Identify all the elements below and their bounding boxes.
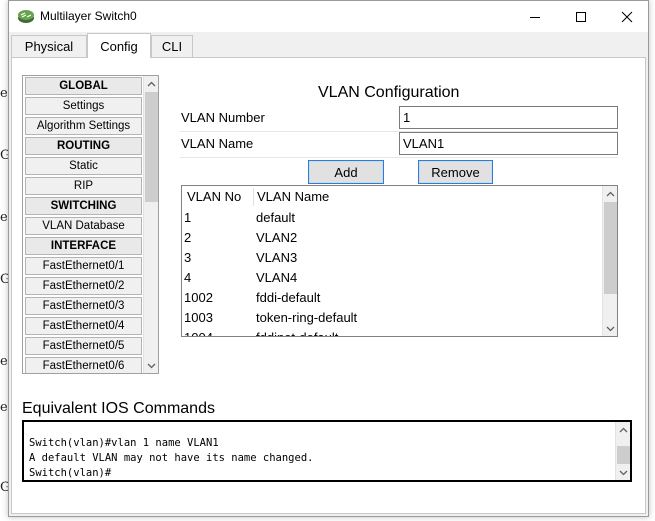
minimize-icon bbox=[530, 16, 540, 18]
tab-cli[interactable]: CLI bbox=[151, 35, 193, 57]
background-text: G bbox=[0, 272, 8, 287]
chevron-up-icon bbox=[619, 427, 628, 432]
table-row[interactable]: 3 VLAN3 bbox=[184, 248, 602, 268]
vlan-name-cell: VLAN4 bbox=[256, 270, 298, 285]
nav-item-static[interactable]: Static bbox=[25, 157, 142, 175]
table-row[interactable]: 4 VLAN4 bbox=[184, 268, 602, 288]
add-vlan-button[interactable]: Add bbox=[308, 160, 384, 184]
nav-header-switching: SWITCHING bbox=[25, 197, 142, 215]
background-text: e bbox=[0, 354, 8, 369]
scroll-up-arrow[interactable] bbox=[144, 76, 158, 91]
scroll-down-arrow[interactable] bbox=[616, 465, 630, 480]
column-separator bbox=[253, 188, 254, 206]
nav-item-fa0-4[interactable]: FastEthernet0/4 bbox=[25, 317, 142, 335]
vlan-no-cell: 2 bbox=[184, 230, 192, 245]
vlan-number-input[interactable] bbox=[399, 106, 618, 129]
background-text: e bbox=[0, 400, 8, 415]
minimize-button[interactable] bbox=[512, 1, 558, 32]
vlan-name-cell: default bbox=[256, 210, 296, 225]
table-row[interactable]: 1004 fddinet-default bbox=[184, 328, 602, 336]
vlan-config-title: VLAN Configuration bbox=[318, 84, 460, 101]
vlan-scroll-thumb[interactable] bbox=[604, 202, 617, 294]
chevron-up-icon bbox=[147, 81, 156, 86]
divider bbox=[180, 157, 618, 158]
vlan-name-cell: token-ring-default bbox=[256, 310, 358, 325]
vlan-no-cell: 1003 bbox=[184, 310, 213, 325]
vlan-no-cell: 4 bbox=[184, 270, 192, 285]
config-panel: GLOBAL Settings Algorithm Settings ROUTI… bbox=[11, 57, 646, 514]
nav-header-interface: INTERFACE bbox=[25, 237, 142, 255]
background-text: e bbox=[0, 210, 8, 225]
table-row[interactable]: 1 default bbox=[184, 208, 602, 228]
table-row[interactable]: 1002 fddi-default bbox=[184, 288, 602, 308]
remove-vlan-button[interactable]: Remove bbox=[418, 160, 493, 184]
nav-header-global: GLOBAL bbox=[25, 77, 142, 95]
vlan-name-cell: fddi-default bbox=[256, 290, 321, 305]
maximize-icon bbox=[576, 11, 586, 22]
config-nav-list: GLOBAL Settings Algorithm Settings ROUTI… bbox=[22, 75, 159, 374]
vlan-name-label: VLAN Name bbox=[181, 136, 254, 151]
column-header-vlan-name[interactable]: VLAN Name bbox=[257, 189, 329, 204]
column-header-vlan-no[interactable]: VLAN No bbox=[187, 189, 241, 204]
vlan-name-cell: VLAN2 bbox=[256, 230, 298, 245]
nav-item-vlan-database[interactable]: VLAN Database bbox=[25, 217, 142, 235]
vlan-no-cell: 1002 bbox=[184, 290, 213, 305]
table-row[interactable]: 1003 token-ring-default bbox=[184, 308, 602, 328]
background-text: e bbox=[0, 86, 8, 101]
background-text: G bbox=[0, 480, 8, 495]
nav-item-fa0-1[interactable]: FastEthernet0/1 bbox=[25, 257, 142, 275]
background-text: G bbox=[0, 148, 8, 163]
scroll-up-arrow[interactable] bbox=[603, 186, 617, 201]
vlan-name-cell: VLAN3 bbox=[256, 250, 298, 265]
vlan-name-cell: fddinet-default bbox=[256, 330, 338, 336]
chevron-up-icon bbox=[606, 191, 615, 196]
nav-item-settings[interactable]: Settings bbox=[25, 97, 142, 115]
vlan-table: VLAN No VLAN Name 1 default 2 VLAN2 3 VL… bbox=[181, 185, 618, 337]
vlan-no-cell: 1 bbox=[184, 210, 192, 225]
table-row[interactable]: 2 VLAN2 bbox=[184, 228, 602, 248]
close-button[interactable] bbox=[604, 1, 650, 32]
ios-scroll-thumb[interactable] bbox=[617, 446, 630, 464]
nav-header-routing: ROUTING bbox=[25, 137, 142, 155]
scroll-down-arrow[interactable] bbox=[144, 358, 158, 373]
vlan-table-scrollbar[interactable] bbox=[602, 186, 617, 336]
maximize-button[interactable] bbox=[558, 1, 604, 32]
window-title: Multilayer Switch0 bbox=[40, 9, 137, 23]
nav-scroll-thumb[interactable] bbox=[145, 92, 158, 202]
ios-commands-output[interactable]: Switch(vlan)#vlan 1 name VLAN1 A default… bbox=[22, 420, 632, 482]
vlan-number-label: VLAN Number bbox=[181, 110, 265, 125]
scroll-up-arrow[interactable] bbox=[616, 422, 630, 437]
chevron-down-icon bbox=[147, 363, 156, 368]
ios-line: Switch(vlan)# bbox=[29, 467, 112, 479]
title-bar[interactable]: Multilayer Switch0 bbox=[9, 1, 648, 32]
device-window: Multilayer Switch0 Physical Config CLI G… bbox=[8, 0, 649, 517]
close-icon bbox=[621, 11, 633, 22]
scroll-down-arrow[interactable] bbox=[603, 321, 617, 336]
chevron-down-icon bbox=[619, 470, 628, 475]
tab-physical[interactable]: Physical bbox=[11, 35, 87, 57]
ios-line: A default VLAN may not have its name cha… bbox=[29, 452, 314, 464]
nav-item-fa0-2[interactable]: FastEthernet0/2 bbox=[25, 277, 142, 295]
ios-scrollbar[interactable] bbox=[615, 422, 630, 480]
nav-item-fa0-5[interactable]: FastEthernet0/5 bbox=[25, 337, 142, 355]
nav-item-algorithm[interactable]: Algorithm Settings bbox=[25, 117, 142, 135]
ios-commands-title: Equivalent IOS Commands bbox=[22, 400, 215, 417]
chevron-down-icon bbox=[606, 326, 615, 331]
nav-scrollbar[interactable] bbox=[143, 76, 158, 373]
nav-item-fa0-3[interactable]: FastEthernet0/3 bbox=[25, 297, 142, 315]
vlan-name-input[interactable] bbox=[399, 132, 618, 155]
nav-item-fa0-6[interactable]: FastEthernet0/6 bbox=[25, 357, 142, 373]
nav-item-rip[interactable]: RIP bbox=[25, 177, 142, 195]
tab-config[interactable]: Config bbox=[87, 33, 151, 58]
switch-app-icon bbox=[18, 10, 34, 23]
vlan-no-cell: 3 bbox=[184, 250, 192, 265]
ios-line: Switch(vlan)#vlan 1 name VLAN1 bbox=[29, 437, 219, 449]
vlan-no-cell: 1004 bbox=[184, 330, 213, 336]
